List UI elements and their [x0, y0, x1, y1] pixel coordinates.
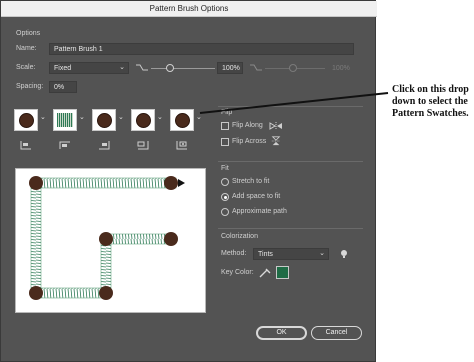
annotation-callout: Click on this drop down to select the Pa…: [392, 84, 469, 119]
annotation-pointer: [199, 92, 389, 114]
annotation-line: [199, 92, 389, 114]
